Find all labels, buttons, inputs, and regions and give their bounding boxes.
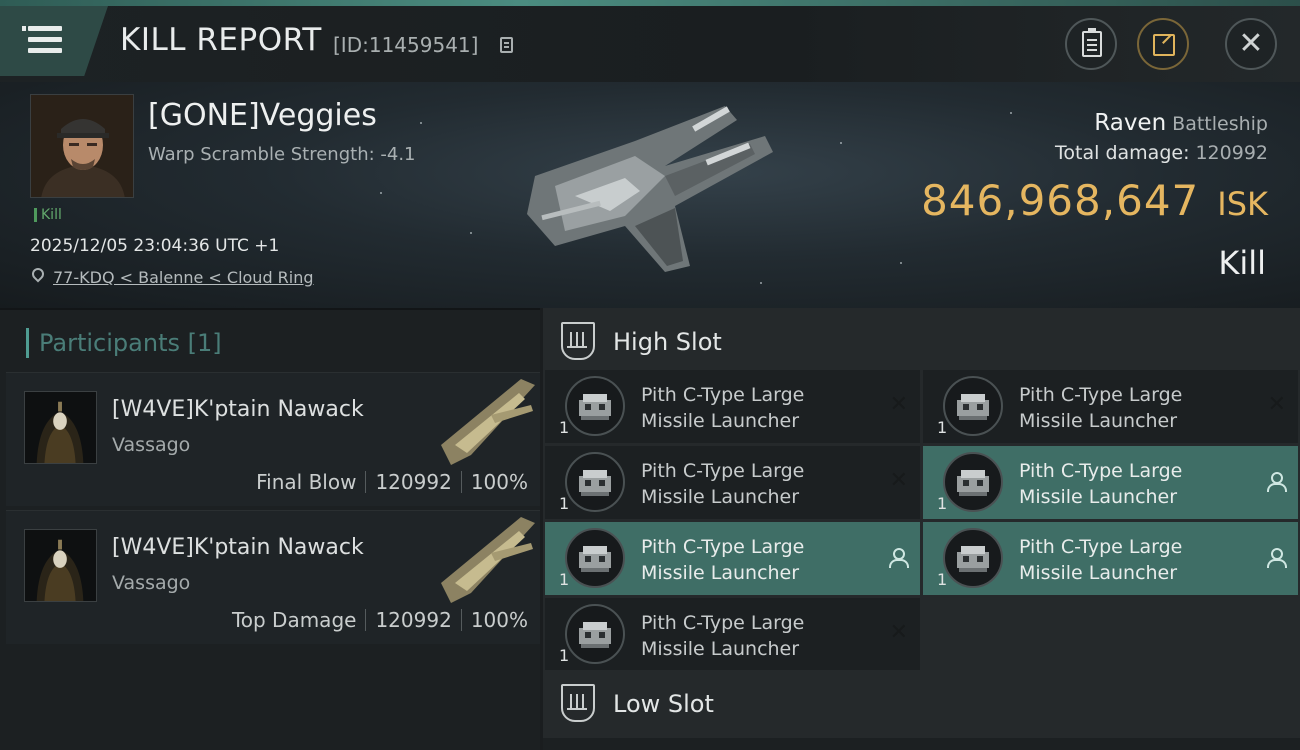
menu-button[interactable] [0,6,108,76]
participant-name[interactable]: [W4VE]K'ptain Nawack [112,535,364,560]
module-item[interactable]: 1 Pith C-Type Large Missile Launcher [545,522,920,595]
participant-avatar[interactable] [24,391,97,464]
missile-launcher-icon [579,470,611,496]
module-item[interactable]: 1 Pith C-Type Large Missile Launcher ✕ [545,598,920,671]
high-slot-label: High Slot [613,328,722,356]
module-name: Pith C-Type Large Missile Launcher [1019,536,1183,584]
participant-row[interactable]: [W4VE]K'ptain Nawack Vassago Final Blow … [6,372,540,506]
victim-ship-class: Battleship [1172,113,1268,135]
share-icon [1153,34,1175,56]
participants-panel: Participants [1] [W4VE]K'ptain Nawack Va… [0,308,540,750]
isk-value: 846,968,647 ISK [921,176,1268,225]
participant-avatar[interactable] [24,529,97,602]
module-quantity: 1 [937,418,948,437]
participant-damage: 120992 [375,608,452,632]
participant-row[interactable]: [W4VE]K'ptain Nawack Vassago Top Damage … [6,510,540,644]
victim-portrait [31,95,133,197]
clipboard-icon [1082,28,1102,57]
participant-portrait [25,530,96,601]
participant-role: Top Damage [231,608,357,632]
destroyed-x-icon: ✕ [889,468,908,493]
kill-tag: Kill [34,208,62,222]
page-title: KILL REPORT [120,22,322,58]
dropped-user-icon [888,548,909,568]
victim-name[interactable]: [GONE]Veggies [148,98,377,133]
participant-role: Final Blow [256,470,357,494]
module-item[interactable]: 1 Pith C-Type Large Missile Launcher [923,446,1298,519]
title-bar: KILL REPORT [ID:11459541] ✕ [0,0,1300,82]
module-item[interactable]: 1 Pith C-Type Large Missile Launcher [923,522,1298,595]
module-item[interactable]: 1 Pith C-Type Large Missile Launcher ✕ [545,370,920,443]
missile-launcher-icon [957,470,989,496]
module-quantity: 1 [937,494,948,513]
participant-stats: Final Blow 120992 100% [256,470,528,494]
module-name: Pith C-Type Large Missile Launcher [641,384,805,432]
victim-avatar[interactable] [30,94,134,198]
kill-type-label: Kill [1218,244,1266,282]
participant-ship: Vassago [112,572,191,594]
module-name: Pith C-Type Large Missile Launcher [641,536,805,584]
clipboard-button[interactable] [1065,18,1117,70]
copy-icon[interactable] [500,37,513,53]
module-quantity: 1 [559,494,570,513]
participant-portrait [25,392,96,463]
close-button[interactable]: ✕ [1225,18,1277,70]
location-link[interactable]: 77-KDQ < Balenne < Cloud Ring [53,268,314,287]
missile-launcher-icon [957,546,989,572]
missile-launcher-icon [579,546,611,572]
low-slot-header[interactable]: Low Slot [543,670,1300,738]
low-slot-icon [561,684,595,722]
warp-scramble-strength: Warp Scramble Strength: -4.1 [148,144,416,165]
module-name: Pith C-Type Large Missile Launcher [641,460,805,508]
participant-ship: Vassago [112,434,191,456]
close-icon: ✕ [1238,26,1264,61]
module-item[interactable]: 1 Pith C-Type Large Missile Launcher ✕ [923,370,1298,443]
participant-damage: 120992 [375,470,452,494]
participant-name[interactable]: [W4VE]K'ptain Nawack [112,397,364,422]
module-name: Pith C-Type Large Missile Launcher [1019,460,1183,508]
module-item[interactable]: 1 Pith C-Type Large Missile Launcher ✕ [545,446,920,519]
victim-panel: [GONE]Veggies Warp Scramble Strength: -4… [0,82,1300,308]
module-quantity: 1 [559,418,570,437]
location-pin-icon [29,265,47,283]
isk-unit: ISK [1217,185,1268,223]
victim-ship-name[interactable]: Raven Battleship [1094,110,1268,136]
menu-icon [22,26,26,31]
dropped-user-icon [1266,548,1287,568]
victim-ship-image[interactable] [515,96,785,286]
participant-percent: 100% [470,608,528,632]
missile-launcher-icon [579,622,611,648]
participant-stats: Top Damage 120992 100% [232,608,528,632]
participant-percent: 100% [470,470,528,494]
participant-ship-image[interactable] [431,375,541,471]
share-button[interactable] [1137,18,1189,70]
low-slot-label: Low Slot [613,690,714,718]
module-quantity: 1 [937,570,948,589]
low-slot-module-row[interactable] [543,738,1300,750]
report-id: [ID:11459541] [333,33,479,57]
destroyed-x-icon: ✕ [889,620,908,645]
fitting-panel: High Slot 1 Pith C-Type Large Missile Laun… [543,308,1300,750]
high-slot-icon [561,322,595,360]
participant-ship-image[interactable] [431,513,541,609]
destroyed-x-icon: ✕ [889,392,908,417]
high-slot-header[interactable]: High Slot [543,308,1300,376]
total-damage-value: 120992 [1195,142,1268,164]
missile-launcher-icon [957,394,989,420]
dropped-user-icon [1266,472,1287,492]
kill-timestamp: 2025/12/05 23:04:36 UTC +1 [30,236,280,256]
participants-header[interactable]: Participants [1] [26,328,222,358]
module-quantity: 1 [559,646,570,665]
destroyed-x-icon: ✕ [1267,392,1286,417]
total-damage: Total damage: 120992 [1055,142,1268,164]
module-name: Pith C-Type Large Missile Launcher [1019,384,1183,432]
module-quantity: 1 [559,570,570,589]
module-name: Pith C-Type Large Missile Launcher [641,612,805,660]
missile-launcher-icon [579,394,611,420]
